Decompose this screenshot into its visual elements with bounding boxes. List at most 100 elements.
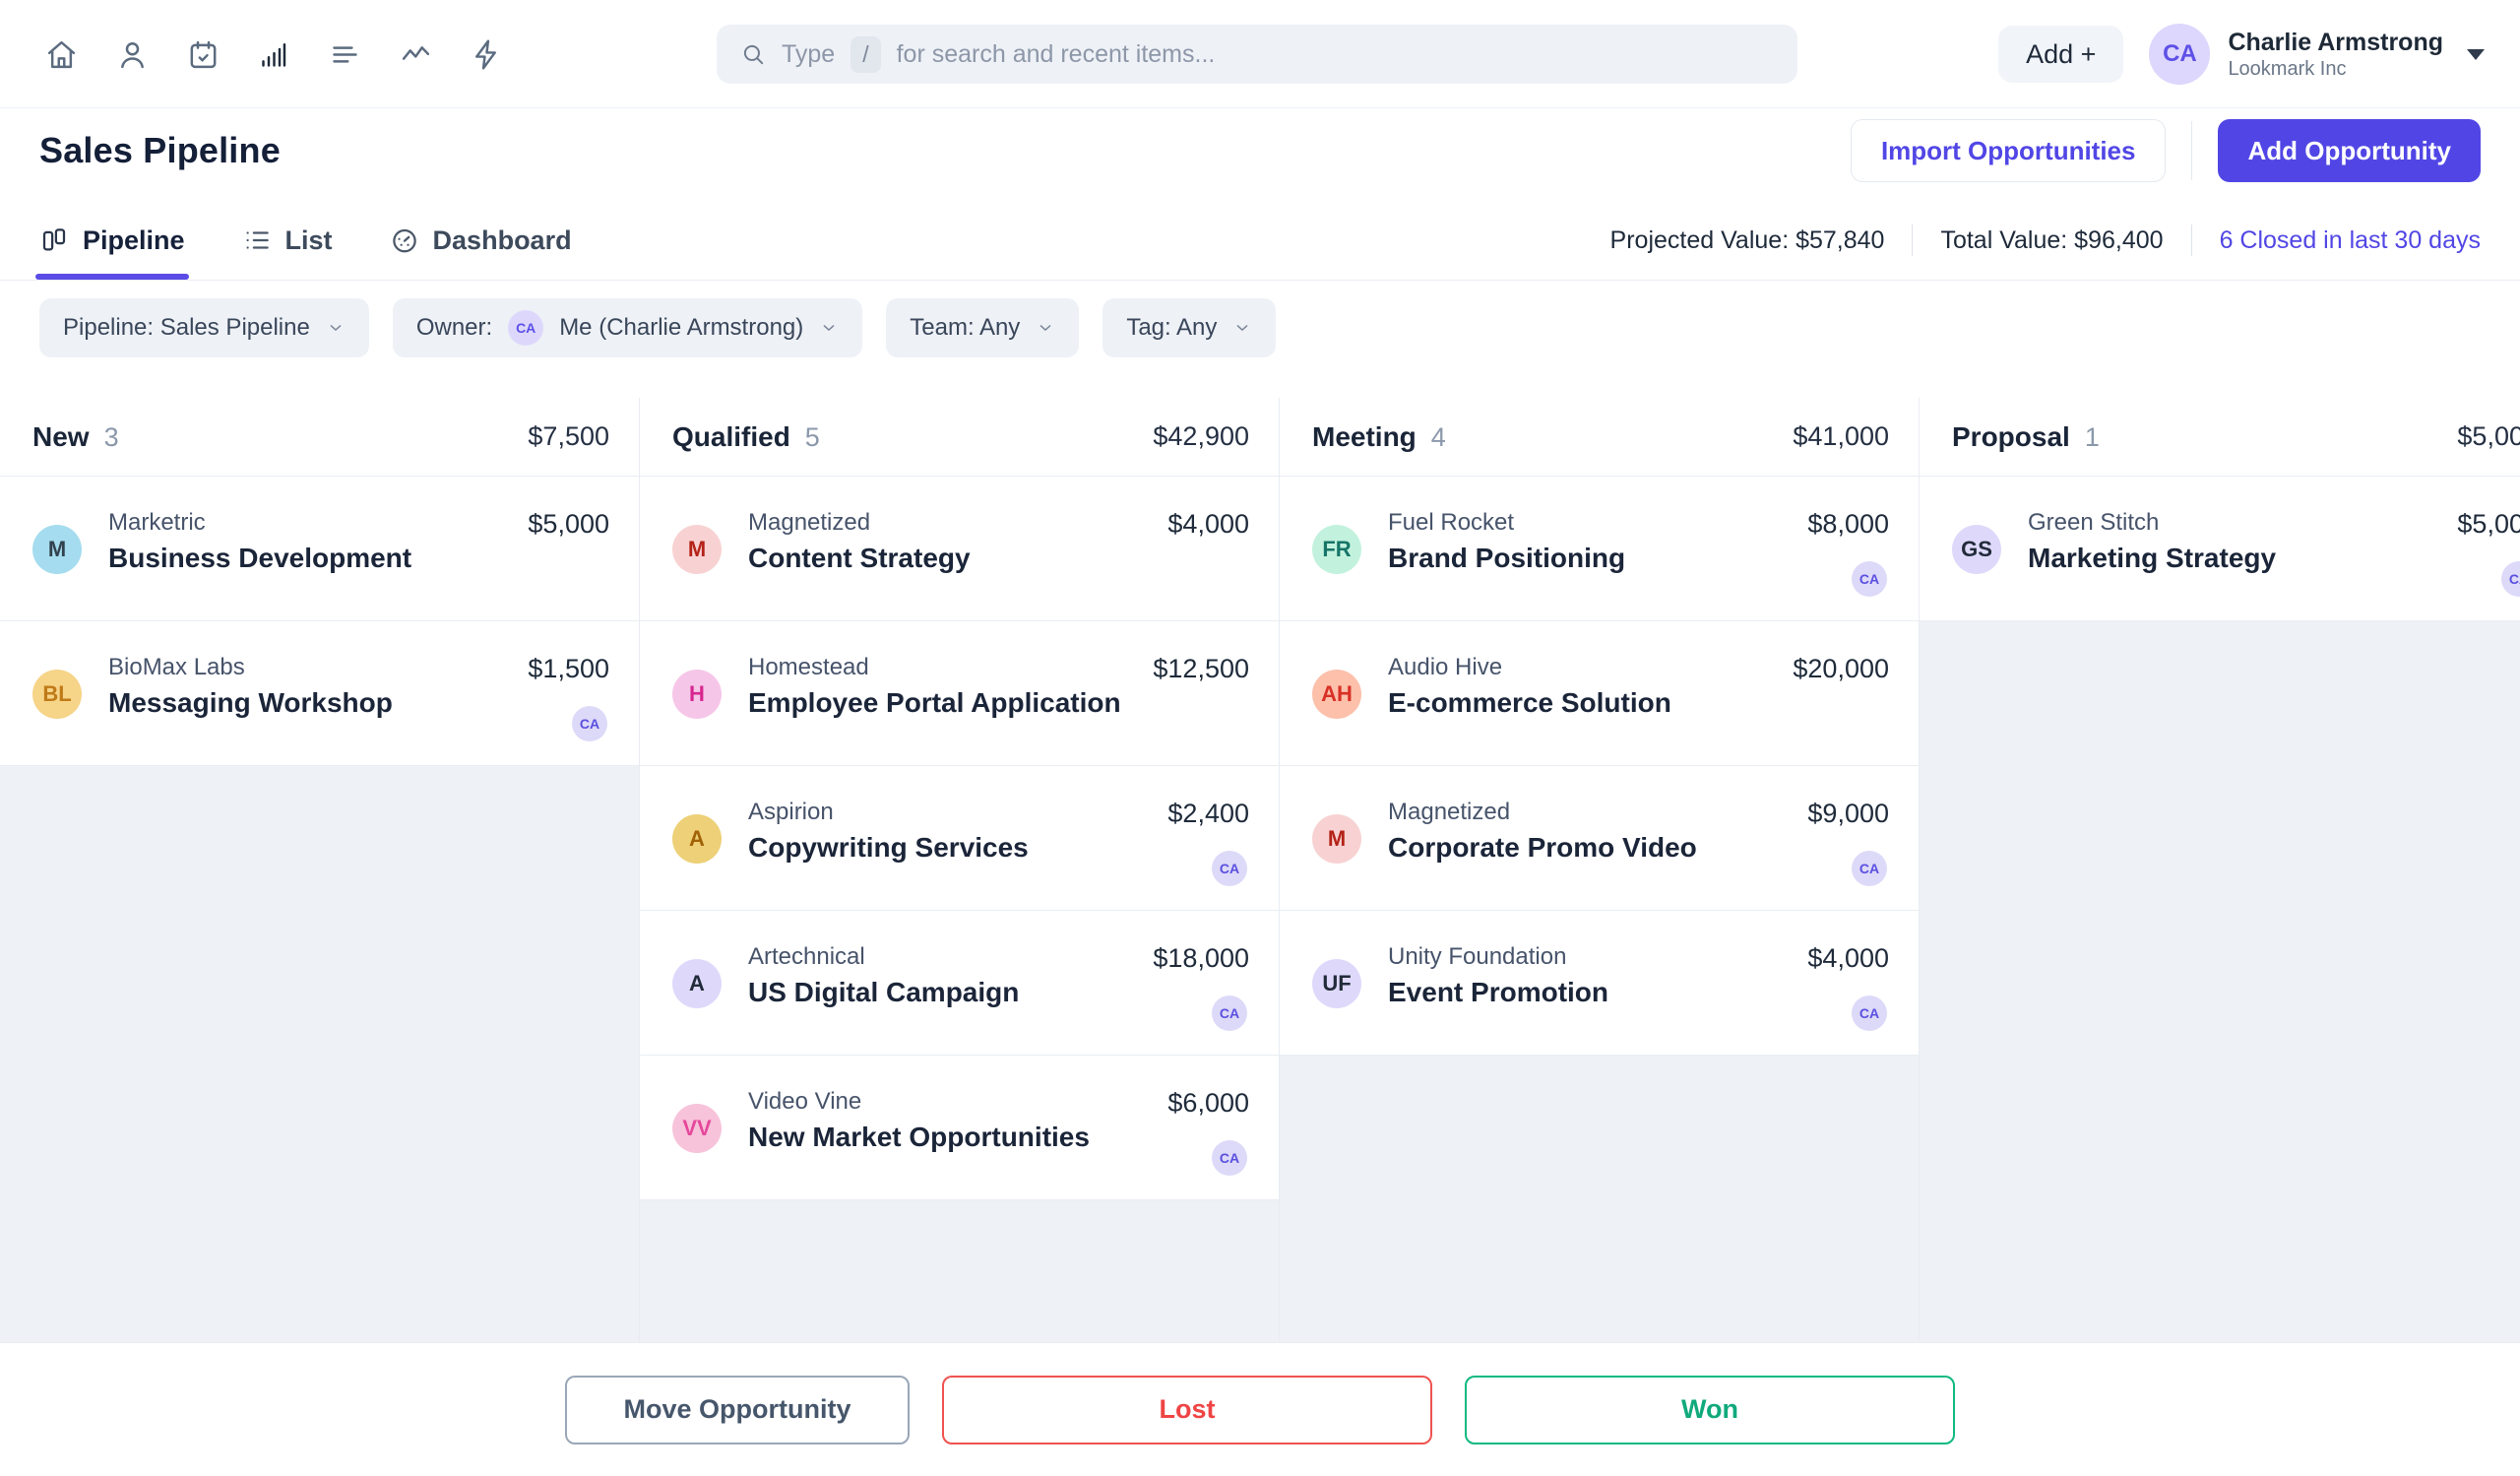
tab-list[interactable]: List [242, 225, 333, 256]
reports-icon[interactable] [258, 38, 290, 71]
card-company-name: Homestead [748, 654, 869, 681]
list-icon [242, 225, 272, 255]
card-opportunity-title: Content Strategy [748, 543, 971, 574]
column-name: Meeting [1312, 421, 1417, 453]
user-company: Lookmark Inc [2228, 58, 2443, 81]
company-avatar: GS [1952, 525, 2001, 574]
filter-tag-label: Tag: Any [1126, 314, 1217, 342]
card-owner-badge: CA [1852, 851, 1887, 886]
opportunity-card[interactable]: M Magnetized Corporate Promo Video $9,00… [1280, 766, 1919, 911]
import-opportunities-button[interactable]: Import Opportunities [1851, 119, 2167, 182]
card-company-name: Audio Hive [1388, 654, 1502, 681]
lists-icon[interactable] [329, 38, 361, 71]
card-opportunity-title: Business Development [108, 543, 411, 574]
card-company-name: Magnetized [748, 509, 870, 537]
search-icon [740, 41, 766, 67]
column-cards: M Marketric Business Development $5,000 … [0, 477, 639, 766]
column-name: New [32, 421, 90, 453]
tab-pipeline[interactable]: Pipeline [39, 225, 185, 256]
filter-tag[interactable]: Tag: Any [1102, 298, 1276, 357]
opportunity-card[interactable]: UF Unity Foundation Event Promotion $4,0… [1280, 911, 1919, 1056]
opportunity-card[interactable]: BL BioMax Labs Messaging Workshop $1,500… [0, 621, 639, 766]
column-header: Proposal 1 $5,000 [1920, 398, 2520, 477]
opportunity-card[interactable]: VV Video Vine New Market Opportunities $… [640, 1056, 1279, 1200]
opportunity-card[interactable]: FR Fuel Rocket Brand Positioning $8,000 … [1280, 477, 1919, 621]
filter-pipeline-label: Pipeline: Sales Pipeline [63, 314, 310, 342]
company-avatar: H [672, 670, 722, 719]
lost-button[interactable]: Lost [942, 1376, 1432, 1444]
owner-avatar: CA [508, 310, 543, 346]
drag-action-bar: Move Opportunity Lost Won [0, 1342, 2520, 1476]
stat-separator [1912, 225, 1913, 256]
opportunity-card[interactable]: M Marketric Business Development $5,000 [0, 477, 639, 621]
card-company-name: Marketric [108, 509, 206, 537]
chevron-down-icon [1232, 318, 1252, 338]
opportunity-card[interactable]: GS Green Stitch Marketing Strategy $5,00… [1920, 477, 2520, 621]
card-opportunity-title: Event Promotion [1388, 977, 1608, 1008]
tabs-bottom-border [0, 280, 2520, 281]
pipeline-column: Proposal 1 $5,000 GS Green Stitch Market… [1920, 398, 2520, 1342]
opportunity-card[interactable]: A Artechnical US Digital Campaign $18,00… [640, 911, 1279, 1056]
card-opportunity-title: Corporate Promo Video [1388, 832, 1697, 864]
card-opportunity-title: US Digital Campaign [748, 977, 1019, 1008]
card-value: $4,000 [1807, 943, 1889, 974]
opportunity-card[interactable]: M Magnetized Content Strategy $4,000 [640, 477, 1279, 621]
company-avatar: M [32, 525, 82, 574]
user-menu[interactable]: CA Charlie Armstrong Lookmark Inc [2149, 24, 2485, 85]
tab-list-label: List [285, 225, 333, 256]
card-owner-badge: CA [572, 706, 607, 741]
column-count: 3 [104, 422, 119, 453]
opportunity-card[interactable]: H Homestead Employee Portal Application … [640, 621, 1279, 766]
tab-dashboard[interactable]: Dashboard [390, 225, 572, 256]
user-name: Charlie Armstrong [2228, 28, 2443, 58]
column-cards: M Magnetized Content Strategy $4,000 H H… [640, 477, 1279, 1200]
pipeline-column: Qualified 5 $42,900 M Magnetized Content… [640, 398, 1280, 1342]
card-company-name: Aspirion [748, 799, 834, 826]
caret-down-icon [2467, 49, 2485, 60]
activity-icon[interactable] [400, 38, 432, 71]
filter-pipeline[interactable]: Pipeline: Sales Pipeline [39, 298, 369, 357]
column-header: Meeting 4 $41,000 [1280, 398, 1919, 477]
card-company-name: Green Stitch [2028, 509, 2159, 537]
search-type-label: Type [782, 40, 835, 69]
opportunity-card[interactable]: AH Audio Hive E-commerce Solution $20,00… [1280, 621, 1919, 766]
column-name: Qualified [672, 421, 790, 453]
company-avatar: BL [32, 670, 82, 719]
contacts-icon[interactable] [116, 38, 149, 71]
card-value: $6,000 [1167, 1088, 1249, 1119]
opportunity-card[interactable]: A Aspirion Copywriting Services $2,400 C… [640, 766, 1279, 911]
card-value: $9,000 [1807, 799, 1889, 829]
filter-team-label: Team: Any [910, 314, 1020, 342]
pipeline-board: New 3 $7,500 M Marketric Business Develo… [0, 398, 2520, 1342]
pipeline-column: Meeting 4 $41,000 FR Fuel Rocket Brand P… [1280, 398, 1920, 1342]
card-owner-badge: CA [1212, 1140, 1247, 1176]
column-count: 5 [805, 422, 820, 453]
card-company-name: Unity Foundation [1388, 943, 1566, 971]
column-name: Proposal [1952, 421, 2070, 453]
filter-team[interactable]: Team: Any [886, 298, 1079, 357]
page-title: Sales Pipeline [39, 130, 281, 171]
card-value: $8,000 [1807, 509, 1889, 540]
move-opportunity-button[interactable]: Move Opportunity [565, 1376, 910, 1444]
dashboard-icon [390, 225, 419, 255]
quick-add-button[interactable]: Add + [1998, 26, 2123, 83]
column-count: 1 [2085, 422, 2100, 453]
filter-owner[interactable]: Owner: CA Me (Charlie Armstrong) [393, 298, 862, 357]
card-value: $12,500 [1153, 654, 1249, 684]
filter-owner-value: Me (Charlie Armstrong) [559, 314, 803, 342]
closed-deals-link[interactable]: 6 Closed in last 30 days [2220, 226, 2481, 255]
add-opportunity-button[interactable]: Add Opportunity [2218, 119, 2481, 182]
calendar-icon[interactable] [187, 38, 220, 71]
slash-shortcut-key: / [850, 36, 880, 73]
card-value: $1,500 [528, 654, 609, 684]
card-opportunity-title: Employee Portal Application [748, 687, 1121, 719]
automation-icon[interactable] [471, 38, 503, 71]
card-company-name: BioMax Labs [108, 654, 245, 681]
company-avatar: M [672, 525, 722, 574]
won-button[interactable]: Won [1465, 1376, 1955, 1444]
kanban-icon [39, 225, 69, 255]
home-icon[interactable] [45, 38, 78, 71]
column-total-value: $42,900 [1153, 421, 1249, 452]
company-avatar: A [672, 814, 722, 864]
search-input[interactable]: Type / for search and recent items... [717, 25, 1797, 84]
